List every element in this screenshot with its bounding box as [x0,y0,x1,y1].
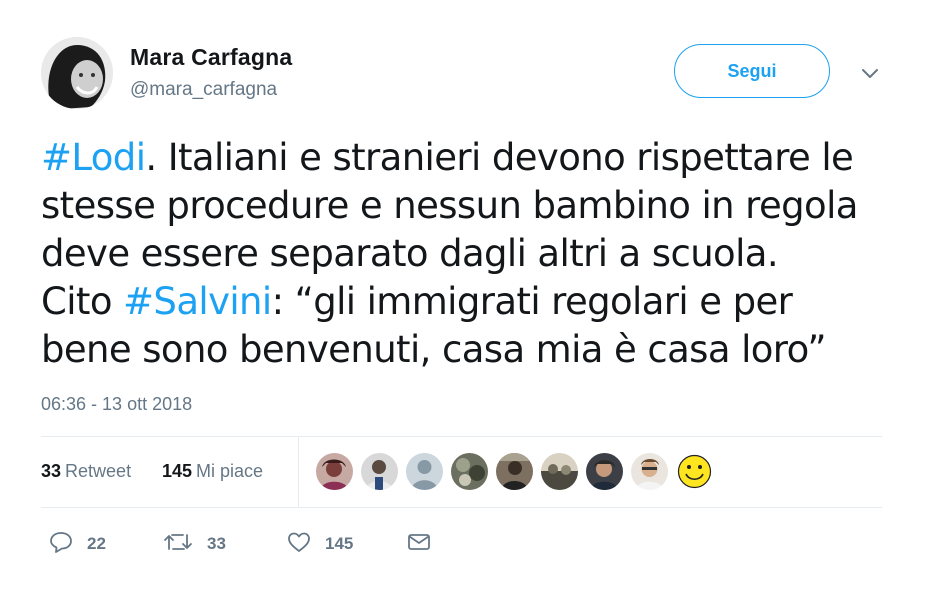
tweet-line: #Lodi. Italiani e stranieri devono rispe… [41,134,891,182]
author-avatar[interactable] [41,37,113,109]
dm-button[interactable] [407,525,445,563]
liker-avatar[interactable] [630,452,669,491]
tweet-line: bene sono benvenuti, casa mia è casa lor… [41,328,827,371]
hashtag-salvini[interactable]: #Salvini [123,280,272,323]
retweet-label: Retweet [65,461,132,481]
retweet-icon [163,531,207,558]
like-label: Mi piace [196,461,264,481]
heart-icon [287,531,325,558]
liker-avatar[interactable] [360,452,399,491]
tweet-text: #Lodi. Italiani e stranieri devono rispe… [41,134,891,374]
liker-avatar[interactable] [675,452,714,491]
like-action-count: 145 [325,534,354,553]
retweet-button[interactable]: 33 [163,525,226,563]
divider [41,507,882,508]
tweet-line-text: Cito [41,280,124,323]
reply-count: 22 [87,534,106,553]
liker-avatar[interactable] [450,452,489,491]
tweet-line-text: : “gli immigrati regolari e per [271,280,793,323]
like-count: 145 [162,461,193,481]
reply-button[interactable]: 22 [49,525,106,563]
action-bar: 22 33 145 [41,525,541,563]
liker-avatar[interactable] [405,452,444,491]
like-stat[interactable]: 145 Mi piace [162,461,263,482]
liker-avatar[interactable] [495,452,534,491]
retweet-action-count: 33 [207,534,226,553]
tweet-line: deve essere separato dagli altri a scuol… [41,232,779,275]
author-name[interactable]: Mara Carfagna [130,44,292,71]
tweet-card: Mara Carfagna @mara_carfagna Segui #Lodi… [0,0,925,590]
tweet-line: Cito #Salvini: “gli immigrati regolari e… [41,278,891,326]
chevron-down-icon[interactable] [858,62,882,86]
like-button[interactable]: 145 [287,525,353,563]
retweet-stat[interactable]: 33 Retweet [41,461,131,482]
liker-avatar[interactable] [315,452,354,491]
dm-envelope-icon [407,532,445,557]
liker-avatar[interactable] [540,452,579,491]
tweet-line: stesse procedure e nessun bambino in reg… [41,184,858,227]
tweet-stats: 33 Retweet 145 Mi piace [41,437,882,507]
follow-button[interactable]: Segui [674,44,830,98]
hashtag-lodi[interactable]: #Lodi [41,136,146,179]
reply-icon [49,531,87,558]
author-handle[interactable]: @mara_carfagna [130,79,277,101]
tweet-timestamp[interactable]: 06:36 - 13 ott 2018 [41,394,192,415]
stats-separator [298,437,299,507]
tweet-line-text: . Italiani e stranieri devono rispettare… [145,136,854,179]
retweet-count: 33 [41,461,62,481]
liker-avatar[interactable] [585,452,624,491]
